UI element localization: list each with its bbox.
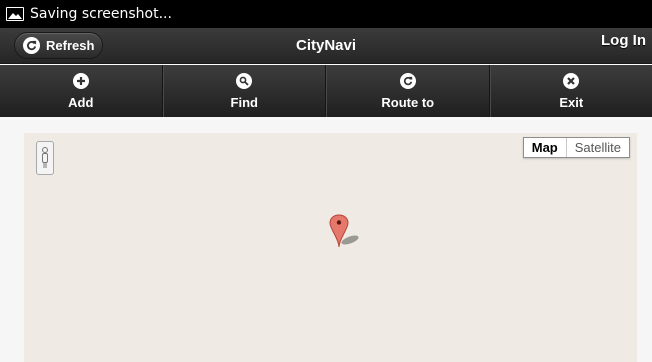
status-text: Saving screenshot... bbox=[30, 6, 172, 22]
nav-item-add[interactable]: Add bbox=[0, 65, 163, 117]
map-type-satellite-button[interactable]: Satellite bbox=[567, 138, 629, 157]
nav-item-route[interactable]: Route to bbox=[326, 65, 490, 117]
search-icon bbox=[236, 72, 253, 89]
nav-bar: Add Find Route to Exit bbox=[0, 65, 652, 117]
refresh-icon bbox=[23, 37, 40, 54]
plus-icon bbox=[72, 72, 89, 89]
nav-label-exit: Exit bbox=[559, 94, 584, 110]
route-icon bbox=[399, 72, 416, 89]
image-icon bbox=[6, 7, 24, 21]
nav-label-add: Add bbox=[68, 94, 94, 110]
nav-item-exit[interactable]: Exit bbox=[489, 65, 652, 117]
map-canvas[interactable]: Map Satellite bbox=[24, 133, 637, 362]
map-type-map-button[interactable]: Map bbox=[524, 138, 567, 157]
map-type-control: Map Satellite bbox=[522, 137, 630, 158]
nav-label-find: Find bbox=[230, 94, 258, 110]
header-bar: CityNavi Refresh Log In bbox=[0, 28, 652, 64]
close-icon bbox=[563, 72, 580, 89]
map-marker-icon[interactable] bbox=[329, 213, 369, 253]
street-view-pegman-icon[interactable] bbox=[36, 141, 54, 175]
nav-label-route: Route to bbox=[381, 94, 435, 110]
status-bar: Saving screenshot... bbox=[0, 0, 652, 28]
nav-item-find[interactable]: Find bbox=[162, 65, 326, 117]
refresh-button[interactable]: Refresh bbox=[14, 32, 103, 59]
refresh-label: Refresh bbox=[46, 38, 95, 53]
content-area: Map Satellite bbox=[0, 117, 652, 362]
login-button[interactable]: Log In bbox=[601, 29, 646, 53]
